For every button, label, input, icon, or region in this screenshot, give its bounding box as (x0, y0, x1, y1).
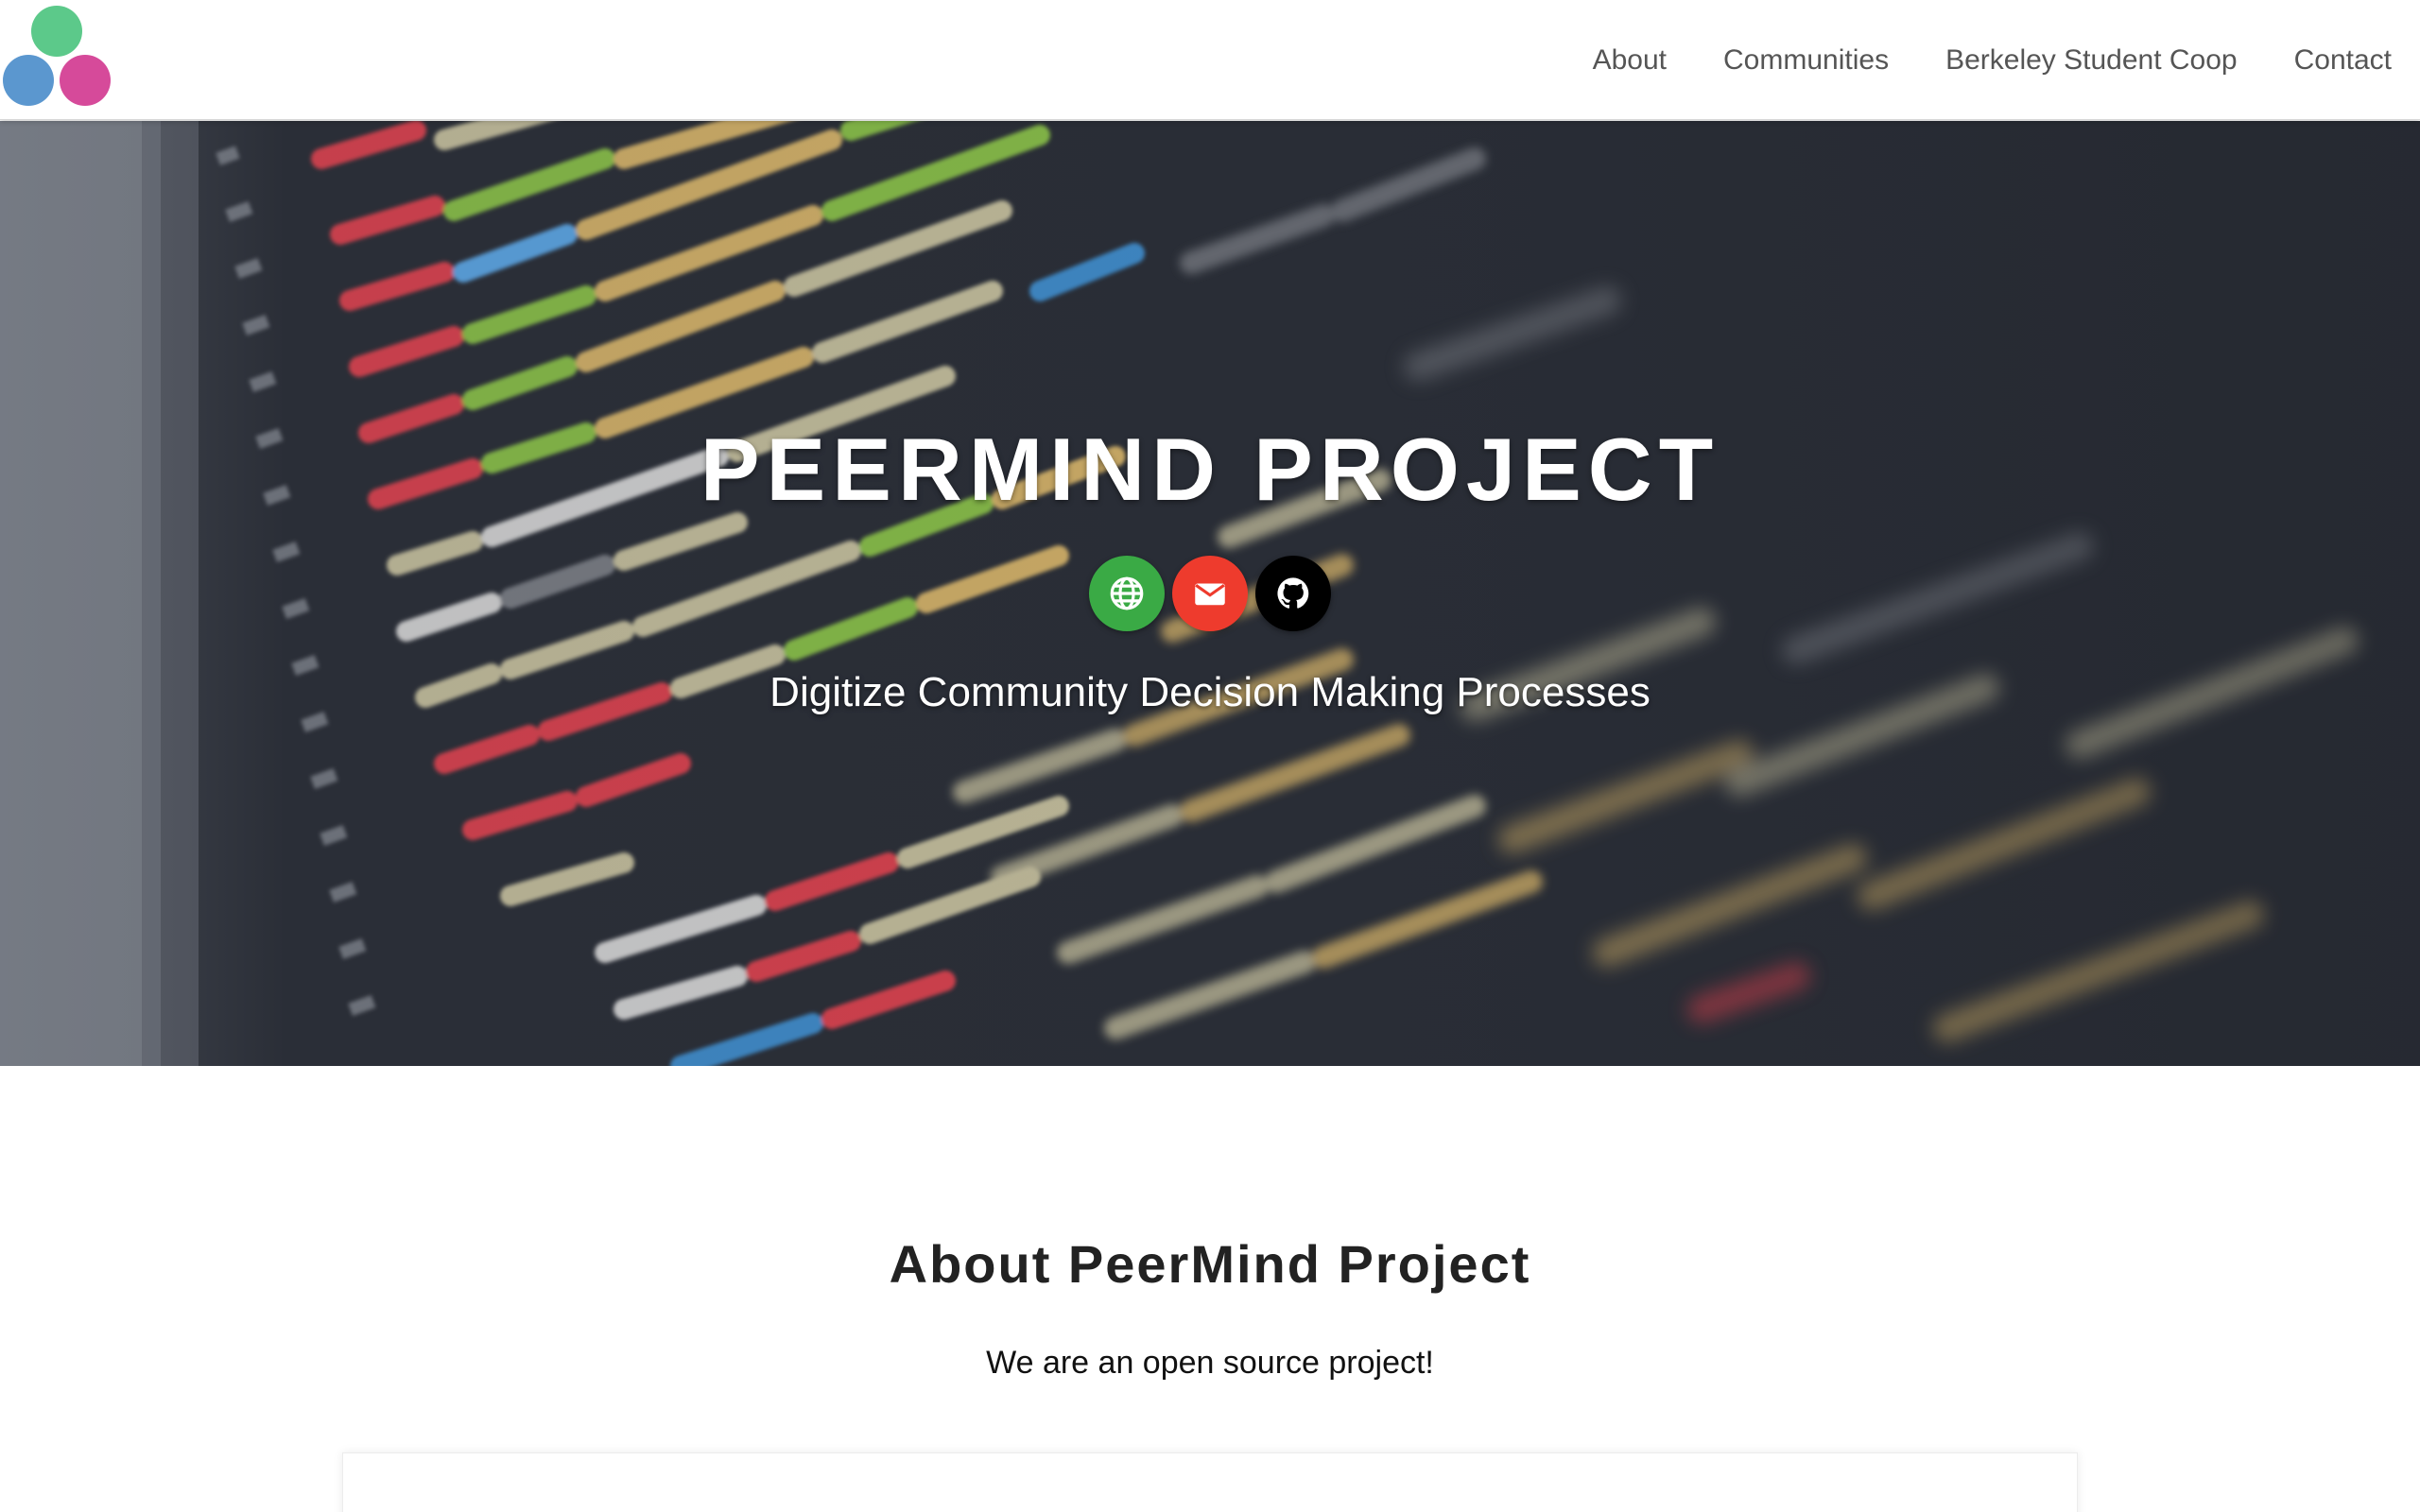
logo-circle-blue (3, 55, 54, 106)
about-description: We are an open source project! (986, 1345, 1434, 1381)
website-link-button[interactable] (1089, 556, 1165, 631)
nav-link-contact[interactable]: Contact (2266, 44, 2420, 77)
github-icon (1277, 577, 1309, 609)
email-link-button[interactable] (1172, 556, 1248, 631)
hero-icon-links (0, 556, 2420, 631)
nav-link-communities[interactable]: Communities (1695, 44, 1917, 77)
nav-link-berkeley-student-coop[interactable]: Berkeley Student Coop (1917, 44, 2266, 77)
hero-content: PEERMIND PROJECT Digitize Community Deci… (0, 121, 2420, 1066)
site-header: About Communities Berkeley Student Coop … (0, 0, 2420, 120)
email-icon (1195, 583, 1225, 606)
logo-circle-pink (60, 55, 111, 106)
about-heading: About PeerMind Project (889, 1234, 1531, 1294)
hero-title: PEERMIND PROJECT (700, 420, 1720, 519)
content-card (342, 1452, 2078, 1512)
github-link-button[interactable] (1255, 556, 1331, 631)
nav-link-about[interactable]: About (1564, 44, 1695, 77)
logo[interactable] (0, 4, 113, 110)
logo-circle-green (31, 6, 82, 57)
hero-subtitle: Digitize Community Decision Making Proce… (769, 669, 1651, 715)
globe-icon (1110, 576, 1144, 610)
hero-section: PEERMIND PROJECT Digitize Community Deci… (0, 121, 2420, 1066)
page: About Communities Berkeley Student Coop … (0, 0, 2420, 1512)
main-nav: About Communities Berkeley Student Coop … (1564, 0, 2420, 120)
